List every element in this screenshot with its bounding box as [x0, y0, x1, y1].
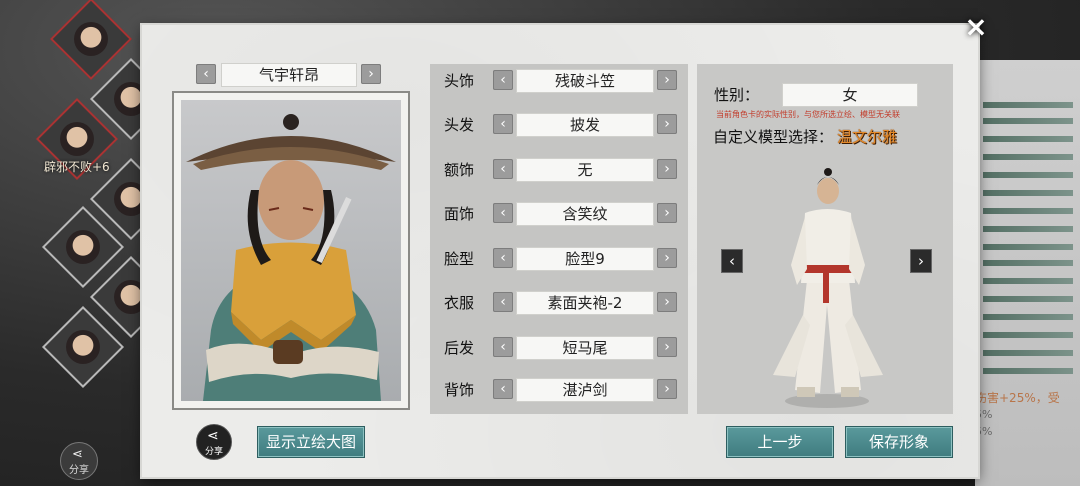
name-prev-button[interactable]: ‹	[196, 64, 216, 84]
gender-value: 女	[782, 83, 918, 107]
name-value: 气宇轩昂	[221, 63, 357, 87]
option-row-clothes: 衣服 ‹ 素面夹袍-2 ›	[430, 289, 688, 315]
model-prev-button[interactable]: ‹	[721, 249, 743, 273]
option-row-headwear: 头饰 ‹ 残破斗笠 ›	[430, 67, 688, 93]
close-icon[interactable]: ×	[956, 8, 996, 44]
gender-label: 性别：	[714, 86, 760, 104]
portrait-buff-label: 辟邪不败+6	[44, 160, 110, 174]
name-next-button[interactable]: ›	[361, 64, 381, 84]
option-prev-button[interactable]: ‹	[493, 337, 513, 357]
model-select-label: 自定义模型选择：	[713, 128, 834, 146]
gender-note: 当前角色卡的实际性别，与您所选立绘、模型无关联	[716, 110, 900, 119]
character-art	[181, 100, 401, 401]
option-row-back-item: 背饰 ‹ 湛泸剑 ›	[430, 376, 688, 402]
option-prev-button[interactable]: ‹	[493, 379, 513, 399]
option-prev-button[interactable]: ‹	[493, 159, 513, 179]
background-stat-panel	[975, 60, 1080, 486]
option-prev-button[interactable]: ‹	[493, 248, 513, 268]
option-row-face-shape: 脸型 ‹ 脸型9 ›	[430, 245, 688, 271]
option-next-button[interactable]: ›	[657, 114, 677, 134]
share-icon: ⋖	[72, 447, 83, 462]
character-portrait-list	[35, 0, 173, 460]
show-art-button[interactable]: 显示立绘大图	[257, 426, 365, 458]
option-prev-button[interactable]: ‹	[493, 114, 513, 134]
option-next-button[interactable]: ›	[657, 203, 677, 223]
option-next-button[interactable]: ›	[657, 379, 677, 399]
character-art-frame	[172, 91, 410, 410]
model-next-button[interactable]: ›	[910, 249, 932, 273]
option-row-face-decor: 面饰 ‹ 含笑纹 ›	[430, 200, 688, 226]
appearance-options-panel: 头饰 ‹ 残破斗笠 › 头发 ‹ 披发 › 额饰 ‹ 无 › 面饰 ‹ 含笑纹 …	[430, 64, 688, 414]
share-button[interactable]: ⋖ 分享	[196, 424, 232, 460]
option-prev-button[interactable]: ‹	[493, 292, 513, 312]
model-name: 温文尔雅	[837, 128, 898, 146]
option-prev-button[interactable]: ‹	[493, 70, 513, 90]
option-next-button[interactable]: ›	[657, 292, 677, 312]
option-next-button[interactable]: ›	[657, 70, 677, 90]
character-model	[765, 165, 890, 410]
option-row-hair: 头发 ‹ 披发 ›	[430, 111, 688, 137]
option-prev-button[interactable]: ‹	[493, 203, 513, 223]
option-next-button[interactable]: ›	[657, 248, 677, 268]
option-row-back-hair: 后发 ‹ 短马尾 ›	[430, 334, 688, 360]
option-next-button[interactable]: ›	[657, 159, 677, 179]
option-next-button[interactable]: ›	[657, 337, 677, 357]
option-row-forehead: 额饰 ‹ 无 ›	[430, 156, 688, 182]
share-icon: ⋖	[207, 428, 219, 444]
background-effect-text: 伤害+25%，受	[975, 391, 1060, 405]
background-share-button[interactable]: ⋖ 分享	[60, 442, 98, 480]
save-appearance-button[interactable]: 保存形象	[845, 426, 953, 458]
prev-step-button[interactable]: 上一步	[726, 426, 834, 458]
